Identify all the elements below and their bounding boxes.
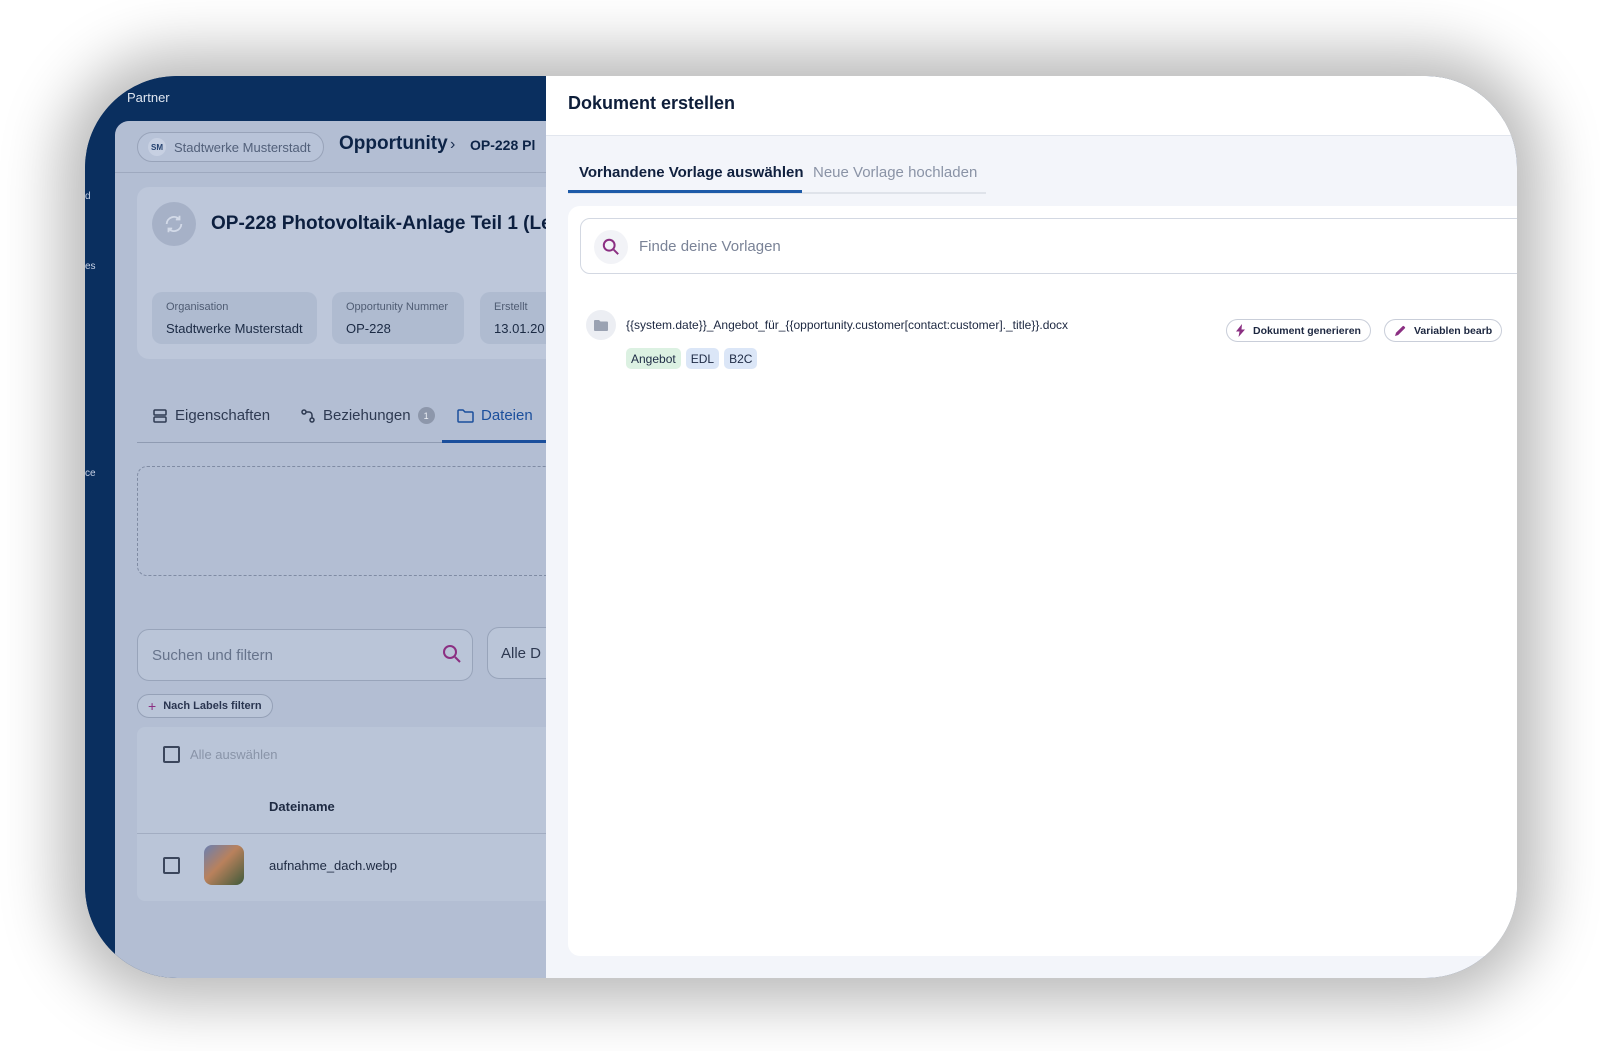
sidebar-item-fragment[interactable]: ce bbox=[85, 468, 96, 479]
info-value: Stadtwerke Musterstadt bbox=[166, 321, 303, 336]
file-thumbnail[interactable] bbox=[204, 845, 244, 885]
template-list-area: Finde deine Vorlagen {{system.date}}_Ang… bbox=[568, 206, 1517, 956]
label-filter-text: Nach Labels filtern bbox=[163, 700, 262, 712]
template-search-input[interactable]: Finde deine Vorlagen bbox=[580, 218, 1517, 274]
search-icon bbox=[443, 645, 461, 663]
info-label: Opportunity Nummer bbox=[346, 301, 449, 313]
tab-label: Eigenschaften bbox=[175, 407, 271, 424]
generate-document-button[interactable]: Dokument generieren bbox=[1226, 319, 1371, 342]
tab-existing-template[interactable]: Vorhandene Vorlage auswählen bbox=[579, 164, 804, 181]
tag-edl: EDL bbox=[685, 348, 720, 369]
table-row-filename[interactable]: aufnahme_dach.webp bbox=[269, 858, 397, 873]
panel-header: Dokument erstellen bbox=[546, 76, 1517, 136]
create-document-panel: Dokument erstellen Vorhandene Vorlage au… bbox=[546, 76, 1517, 978]
active-tab-indicator bbox=[568, 190, 802, 193]
tab-label: Beziehungen bbox=[323, 407, 411, 424]
tab-eigenschaften[interactable]: Eigenschaften bbox=[152, 407, 270, 424]
relations-count-badge: 1 bbox=[417, 407, 435, 424]
properties-icon bbox=[153, 408, 167, 423]
opportunity-title: OP-228 Photovoltaik-Anlage Teil 1 (Lea bbox=[211, 213, 563, 234]
breadcrumb-current: OP-228 Pl bbox=[470, 137, 536, 153]
search-placeholder: Finde deine Vorlagen bbox=[639, 238, 781, 255]
search-icon bbox=[594, 230, 628, 264]
sidebar-item-fragment[interactable]: d bbox=[85, 191, 91, 202]
tag-b2c: B2C bbox=[724, 348, 758, 369]
folder-icon bbox=[586, 310, 616, 340]
tab-dateien[interactable]: Dateien bbox=[457, 407, 533, 424]
template-tabs: Vorhandene Vorlage auswählen Neue Vorlag… bbox=[568, 158, 986, 194]
partner-label: Partner bbox=[127, 90, 170, 105]
relations-icon bbox=[301, 408, 315, 423]
refresh-icon bbox=[152, 202, 196, 246]
background-app: Partner d es ce SM Stadtwerke Musterstad… bbox=[85, 76, 1517, 978]
template-tags: Angebot EDL B2C bbox=[626, 348, 758, 369]
panel-title: Dokument erstellen bbox=[568, 93, 736, 113]
row-checkbox[interactable] bbox=[163, 857, 180, 874]
sidebar-item-fragment[interactable]: es bbox=[85, 261, 96, 272]
org-name: Stadtwerke Musterstadt bbox=[174, 139, 311, 155]
edit-variables-label: Variablen bearb bbox=[1414, 324, 1493, 337]
list-item[interactable]: {{system.date}}_Angebot_für_{{opportunit… bbox=[586, 310, 1517, 380]
info-value: OP-228 bbox=[346, 321, 391, 336]
organization-chip[interactable]: SM Stadtwerke Musterstadt bbox=[137, 132, 324, 162]
tag-angebot: Angebot bbox=[626, 348, 681, 369]
select-all-label: Alle auswählen bbox=[190, 747, 278, 762]
breadcrumb-section[interactable]: Opportunity bbox=[339, 133, 448, 155]
org-initials-avatar: SM bbox=[148, 138, 166, 156]
template-filename[interactable]: {{system.date}}_Angebot_für_{{opportunit… bbox=[626, 318, 1068, 332]
generate-label: Dokument generieren bbox=[1253, 324, 1361, 337]
lightning-icon bbox=[1236, 324, 1245, 337]
active-tab-indicator bbox=[442, 440, 562, 443]
folder-icon bbox=[457, 409, 474, 423]
info-organisation: Organisation Stadtwerke Musterstadt bbox=[152, 292, 317, 344]
select-all-checkbox[interactable] bbox=[163, 746, 180, 763]
info-opportunity-number: Opportunity Nummer OP-228 bbox=[332, 292, 464, 344]
dropdown-value: Alle D bbox=[501, 645, 542, 662]
column-header-filename[interactable]: Dateiname bbox=[269, 799, 335, 814]
label-filter-button[interactable]: + Nach Labels filtern bbox=[137, 694, 273, 718]
file-search-input[interactable]: Suchen und filtern bbox=[137, 629, 473, 681]
tab-upload-template[interactable]: Neue Vorlage hochladen bbox=[813, 164, 977, 181]
app-window: Partner d es ce SM Stadtwerke Musterstad… bbox=[85, 76, 1517, 978]
sidebar: d es ce bbox=[85, 121, 115, 978]
tab-label: Dateien bbox=[481, 407, 533, 424]
edit-variables-button[interactable]: Variablen bearb bbox=[1384, 319, 1503, 342]
plus-icon: + bbox=[148, 698, 157, 714]
info-label: Organisation bbox=[166, 301, 229, 313]
search-placeholder: Suchen und filtern bbox=[152, 647, 273, 664]
chevron-right-icon: › bbox=[450, 136, 456, 153]
tab-beziehungen[interactable]: Beziehungen 1 bbox=[300, 407, 435, 424]
pencil-icon bbox=[1395, 325, 1406, 336]
